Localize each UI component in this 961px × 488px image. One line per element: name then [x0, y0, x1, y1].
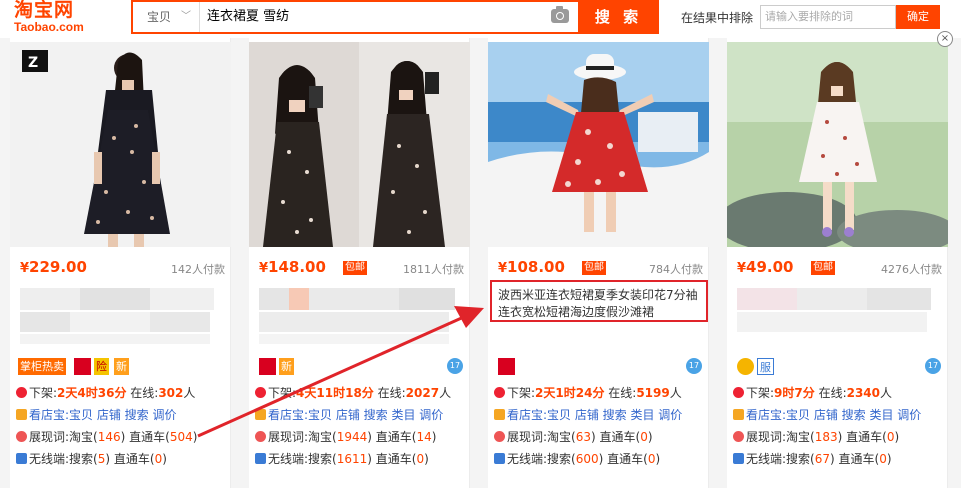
product-image[interactable]: Z [10, 42, 231, 247]
shop-tags [496, 358, 706, 376]
product-card-2[interactable]: ¥148.00 包邮 1811人付款 新 17 下架:4天11时18分 在线:2… [249, 38, 470, 488]
offline-info: 下架:9时7分 在线:2340人 [733, 384, 945, 402]
top-bar: 淘宝网 Taobao.com 宝贝 ﹀ 连衣裙夏 雪纺 搜 索 在结果中排除 请… [0, 0, 961, 38]
sold-count: 4276人付款 [881, 263, 942, 276]
wireless-info[interactable]: 无线端:搜索(600) 直通车(0) [494, 450, 706, 468]
search-scope-dropdown[interactable]: 宝贝 ﹀ [133, 2, 200, 32]
mail-icon [733, 409, 744, 420]
clock-icon [255, 387, 266, 398]
kandianbao-links[interactable]: 看店宝:宝贝 店铺 搜索 类目 调价 [494, 406, 706, 424]
crown-badge-icon [737, 358, 754, 375]
offline-info: 下架:2天4时36分 在线:302人 [16, 384, 228, 402]
annotation-title-line-2: 连衣宽松短裙海边度假沙滩裙 [498, 305, 655, 319]
shop-tags: 服 [735, 358, 945, 376]
product-image[interactable] [249, 42, 470, 247]
price: ¥148.00 [259, 258, 326, 276]
sold-count: 1811人付款 [403, 263, 464, 276]
product-card-4[interactable]: ¥49.00 包邮 4276人付款 服 17 下架:9时7分 在线:2340人 … [727, 38, 948, 488]
logo-text: 淘宝网 [14, 0, 75, 21]
free-shipping-badge: 包邮 [343, 261, 367, 275]
search-button[interactable]: 搜 索 [578, 0, 659, 34]
exclude-input[interactable]: 请输入要排除的词 [760, 5, 896, 29]
exposure-info[interactable]: 展现词:淘宝(1944) 直通车(14) [255, 428, 467, 446]
tag-hot-seller: 掌柜热卖 [18, 358, 66, 375]
free-shipping-badge: 包邮 [582, 261, 606, 275]
logo-domain: Taobao.com [14, 20, 84, 34]
tag-new: 新 [279, 358, 294, 375]
product-title-blurred[interactable] [737, 288, 937, 344]
product-title-blurred[interactable] [259, 288, 459, 344]
close-icon[interactable]: × [937, 31, 953, 47]
person-icon [16, 431, 27, 442]
phone-icon [733, 453, 744, 464]
product-card-1[interactable]: Z ¥229.00 142人付款 掌柜热卖 险 新 下架:2天4时36分 在线:… [10, 38, 231, 488]
chat-bubble-icon[interactable]: 17 [686, 358, 702, 374]
phone-icon [16, 453, 27, 464]
wireless-info[interactable]: 无线端:搜索(5) 直通车(0) [16, 450, 228, 468]
price-row: ¥49.00 包邮 4276人付款 [737, 258, 942, 280]
price-row: ¥229.00 142人付款 [20, 258, 225, 280]
mail-icon [255, 409, 266, 420]
exclude-label: 在结果中排除 [681, 11, 754, 25]
chevron-down-icon: ﹀ [181, 11, 191, 22]
wireless-info[interactable]: 无线端:搜索(1611) 直通车(0) [255, 450, 467, 468]
clock-icon [733, 387, 744, 398]
offline-info: 下架:2天1时24分 在线:5199人 [494, 384, 706, 402]
annotation-highlight-box: 波西米亚连衣短裙夏季女装印花7分袖 连衣宽松短裙海边度假沙滩裙 [490, 280, 708, 322]
exposure-info[interactable]: 展现词:淘宝(146) 直通车(504) [16, 428, 228, 446]
sold-count: 784人付款 [649, 263, 703, 276]
price-row: ¥108.00 包邮 784人付款 [498, 258, 703, 280]
mail-icon [494, 409, 505, 420]
phone-icon [494, 453, 505, 464]
tmall-badge-icon [498, 358, 515, 375]
sold-count: 142人付款 [171, 263, 225, 276]
kandianbao-links[interactable]: 看店宝:宝贝 店铺 搜索 类目 调价 [733, 406, 945, 424]
price: ¥229.00 [20, 258, 87, 276]
chat-bubble-icon[interactable]: 17 [925, 358, 941, 374]
price: ¥49.00 [737, 258, 794, 276]
product-title-blurred[interactable] [20, 288, 220, 344]
search-box: 宝贝 ﹀ 连衣裙夏 雪纺 搜 索 [131, 0, 659, 34]
exposure-info[interactable]: 展现词:淘宝(183) 直通车(0) [733, 428, 945, 446]
mail-icon [16, 409, 27, 420]
person-icon [494, 431, 505, 442]
camera-icon[interactable] [551, 6, 569, 23]
exposure-info[interactable]: 展现词:淘宝(63) 直通车(0) [494, 428, 706, 446]
offline-info: 下架:4天11时18分 在线:2027人 [255, 384, 467, 402]
kandianbao-links[interactable]: 看店宝:宝贝 店铺 搜索 调价 [16, 406, 228, 424]
shop-tags: 新 [257, 358, 467, 376]
phone-icon [255, 453, 266, 464]
chat-bubble-icon[interactable]: 17 [447, 358, 463, 374]
person-icon [733, 431, 744, 442]
wireless-info[interactable]: 无线端:搜索(67) 直通车(0) [733, 450, 945, 468]
tmall-badge-icon [74, 358, 91, 375]
clock-icon [494, 387, 505, 398]
taobao-logo[interactable]: 淘宝网 Taobao.com [14, 0, 104, 34]
tag-new: 新 [114, 358, 129, 375]
annotation-title-line-1: 波西米亚连衣短裙夏季女装印花7分袖 [498, 288, 698, 302]
product-card-3[interactable]: ¥108.00 包邮 784人付款 17 下架:2天1时24分 在线:5199人… [488, 38, 709, 488]
tag-insurance: 险 [94, 358, 109, 375]
search-input[interactable]: 连衣裙夏 雪纺 [203, 2, 533, 32]
tmall-badge-icon [259, 358, 276, 375]
person-icon [255, 431, 266, 442]
svg-text:Z: Z [28, 55, 38, 71]
price: ¥108.00 [498, 258, 565, 276]
tag-service: 服 [757, 358, 774, 375]
product-image[interactable] [488, 42, 709, 247]
kandianbao-links[interactable]: 看店宝:宝贝 店铺 搜索 类目 调价 [255, 406, 467, 424]
product-image[interactable] [727, 42, 948, 247]
exclude-confirm-button[interactable]: 确定 [896, 5, 940, 29]
free-shipping-badge: 包邮 [811, 261, 835, 275]
clock-icon [16, 387, 27, 398]
shop-tags: 掌柜热卖 险 新 [18, 358, 228, 376]
price-row: ¥148.00 包邮 1811人付款 [259, 258, 464, 280]
scope-label: 宝贝 [147, 10, 172, 24]
